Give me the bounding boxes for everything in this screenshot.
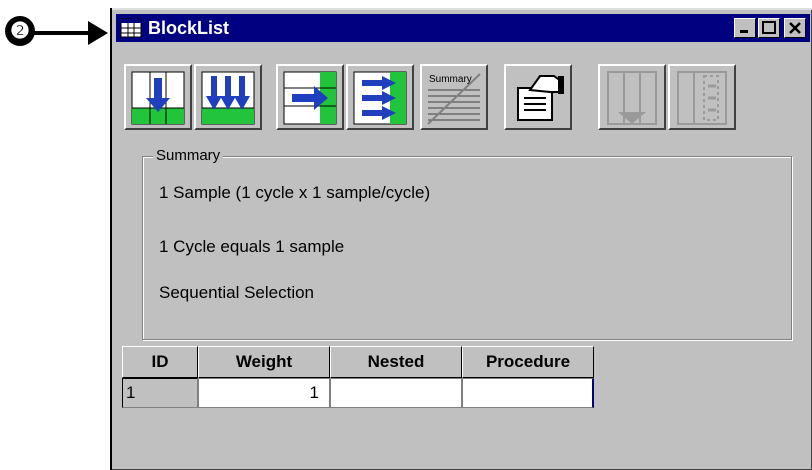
summary-legend: Summary <box>153 147 224 165</box>
insert-row-icon <box>131 71 185 125</box>
insert-multiple-rows-icon <box>201 71 255 125</box>
append-column-icon <box>283 71 337 125</box>
callout-marker: ❷ <box>0 0 120 60</box>
close-icon <box>789 22 801 34</box>
append-multiple-columns-button[interactable] <box>346 64 414 130</box>
insert-multiple-rows-button[interactable] <box>194 64 262 130</box>
summary-selection-text: Sequential Selection <box>159 283 315 302</box>
row-id-cell[interactable]: 1 <box>122 378 198 408</box>
window-title: BlockList <box>148 18 230 38</box>
properties-icon <box>517 75 564 121</box>
properties-button[interactable] <box>504 64 572 130</box>
insert-row-button[interactable] <box>124 64 192 130</box>
maximize-button[interactable] <box>758 18 780 38</box>
close-button[interactable] <box>784 18 806 38</box>
toolbar: Summary <box>124 54 804 130</box>
block-grid: ID Weight Nested Procedure 1 1 <box>122 346 800 470</box>
table-row: 1 1 <box>122 378 802 408</box>
svg-text:Summary: Summary <box>429 74 472 85</box>
nested-cell[interactable] <box>330 378 462 408</box>
summary-samples-text: 1 Sample (1 cycle x 1 sample/cycle) <box>159 183 431 202</box>
maximize-icon <box>762 21 776 34</box>
grid-window-icon <box>120 18 142 38</box>
column-header-nested[interactable]: Nested <box>330 346 462 378</box>
column-header-id[interactable]: ID <box>122 346 198 378</box>
summary-cycle-text: 1 Cycle equals 1 sample <box>159 237 345 256</box>
summary-group: Summary 1 Sample (1 cycle x 1 sample/cyc… <box>142 147 792 340</box>
procedure-cell[interactable] <box>462 378 594 408</box>
summary-button[interactable]: Summary <box>420 64 488 130</box>
disabled-nested-icon <box>677 71 727 125</box>
column-header-weight[interactable]: Weight <box>198 346 330 378</box>
append-multiple-columns-icon <box>353 71 407 125</box>
weight-cell[interactable]: 1 <box>198 378 330 408</box>
minimize-button[interactable] <box>734 18 756 38</box>
minimize-icon <box>740 30 748 33</box>
arrow-right-icon <box>34 21 108 45</box>
column-header-procedure[interactable]: Procedure <box>462 346 594 378</box>
title-bar[interactable]: BlockList <box>116 14 810 42</box>
summary-icon: Summary <box>427 73 481 125</box>
blocklist-window: BlockList Summary Summary 1 Sample (1 cy… <box>110 8 812 470</box>
columns-disabled-button[interactable] <box>598 64 666 130</box>
append-column-button[interactable] <box>276 64 344 130</box>
nested-disabled-button[interactable] <box>668 64 736 130</box>
disabled-columns-icon <box>607 71 657 125</box>
